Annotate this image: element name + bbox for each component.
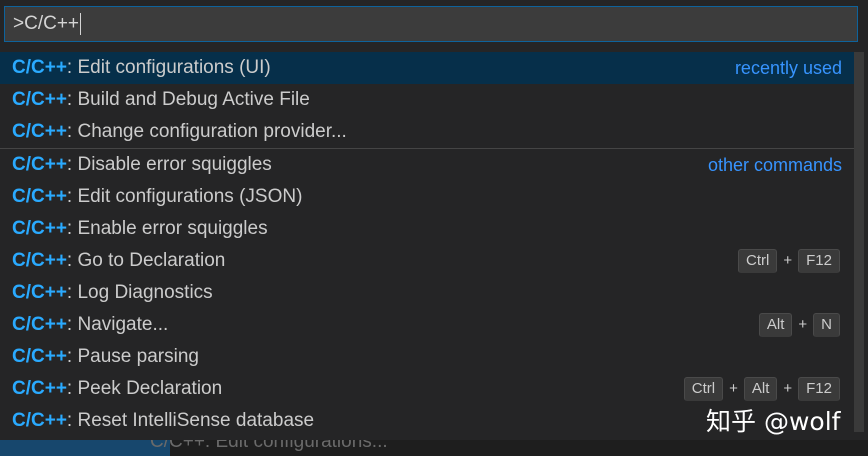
command-prefix: C/C++ xyxy=(12,314,67,335)
editor-background: C/C++: Edit configurations... xyxy=(0,440,868,456)
command-label: : Peek Declaration xyxy=(66,378,223,399)
command-item-navigate[interactable]: C/C++: Navigate... Alt + N xyxy=(0,309,854,341)
command-label: : Build and Debug Active File xyxy=(66,89,310,110)
command-list: C/C++: Edit configurations (UI) recently… xyxy=(0,52,854,437)
command-prefix: C/C++ xyxy=(12,154,67,175)
command-prefix: C/C++ xyxy=(12,410,67,431)
text-caret xyxy=(80,12,82,35)
command-item-pause-parsing[interactable]: C/C++: Pause parsing xyxy=(0,341,854,373)
command-label: : Navigate... xyxy=(66,314,169,335)
command-prefix: C/C++ xyxy=(12,218,67,239)
command-label: : Disable error squiggles xyxy=(66,154,272,175)
command-item-change-configuration-provider[interactable]: C/C++: Change configuration provider... xyxy=(0,116,854,148)
key-plus: + xyxy=(729,380,738,397)
keybinding: Ctrl + F12 xyxy=(738,249,840,273)
command-label: : Change configuration provider... xyxy=(66,121,347,142)
key-ctrl: Ctrl xyxy=(738,249,778,273)
scrollbar[interactable] xyxy=(854,52,864,432)
command-label: : Log Diagnostics xyxy=(66,282,213,303)
watermark: 知乎 @wolf xyxy=(706,407,841,436)
command-prefix: C/C++ xyxy=(12,121,67,142)
command-palette: >C/C++ C/C++: Edit configurations (UI) r… xyxy=(0,0,868,440)
key-plus: + xyxy=(798,316,808,333)
command-prefix: C/C++ xyxy=(12,57,67,78)
command-label: : Enable error squiggles xyxy=(66,218,268,239)
command-label: : Reset IntelliSense database xyxy=(66,410,315,431)
keybinding: Alt + N xyxy=(758,313,840,337)
command-label: : Go to Declaration xyxy=(66,250,226,271)
command-item-edit-configurations-json[interactable]: C/C++: Edit configurations (JSON) xyxy=(0,181,854,213)
command-item-enable-error-squiggles[interactable]: C/C++: Enable error squiggles xyxy=(0,213,854,245)
command-item-edit-configurations-ui[interactable]: C/C++: Edit configurations (UI) recently… xyxy=(0,52,854,84)
command-prefix: C/C++ xyxy=(12,89,67,110)
command-prefix: C/C++ xyxy=(12,378,67,399)
command-item-go-to-declaration[interactable]: C/C++: Go to Declaration Ctrl + F12 xyxy=(0,245,854,277)
command-item-build-and-debug[interactable]: C/C++: Build and Debug Active File xyxy=(0,84,854,116)
command-prefix: C/C++ xyxy=(12,282,67,303)
command-label: : Edit configurations (UI) xyxy=(66,57,271,78)
key-plus: + xyxy=(783,380,793,397)
command-prefix: C/C++ xyxy=(12,250,67,271)
command-label: : Pause parsing xyxy=(66,346,199,367)
command-item-peek-declaration[interactable]: C/C++: Peek Declaration Ctrl + Alt + F12 xyxy=(0,373,854,405)
command-prefix: C/C++ xyxy=(12,346,67,367)
command-item-disable-error-squiggles[interactable]: C/C++: Disable error squiggles other com… xyxy=(0,148,854,181)
group-label-recently-used: recently used xyxy=(734,58,842,78)
key-alt: Alt xyxy=(758,313,793,337)
key-f12: F12 xyxy=(798,249,840,273)
key-ctrl: Ctrl xyxy=(683,377,724,401)
command-prefix: C/C++ xyxy=(12,186,67,207)
command-item-log-diagnostics[interactable]: C/C++: Log Diagnostics xyxy=(0,277,854,309)
background-text: C/C++: Edit configurations... xyxy=(150,440,388,452)
key-alt: Alt xyxy=(743,377,778,401)
keybinding: Ctrl + Alt + F12 xyxy=(683,377,840,401)
editor-tab-strip xyxy=(0,440,170,456)
key-plus: + xyxy=(783,252,793,269)
command-input[interactable]: >C/C++ xyxy=(4,6,858,42)
group-label-other-commands: other commands xyxy=(707,155,842,175)
command-label: : Edit configurations (JSON) xyxy=(66,186,303,207)
key-f12: F12 xyxy=(798,377,840,401)
command-input-value: >C/C++ xyxy=(13,12,82,35)
key-n: N xyxy=(813,313,840,337)
